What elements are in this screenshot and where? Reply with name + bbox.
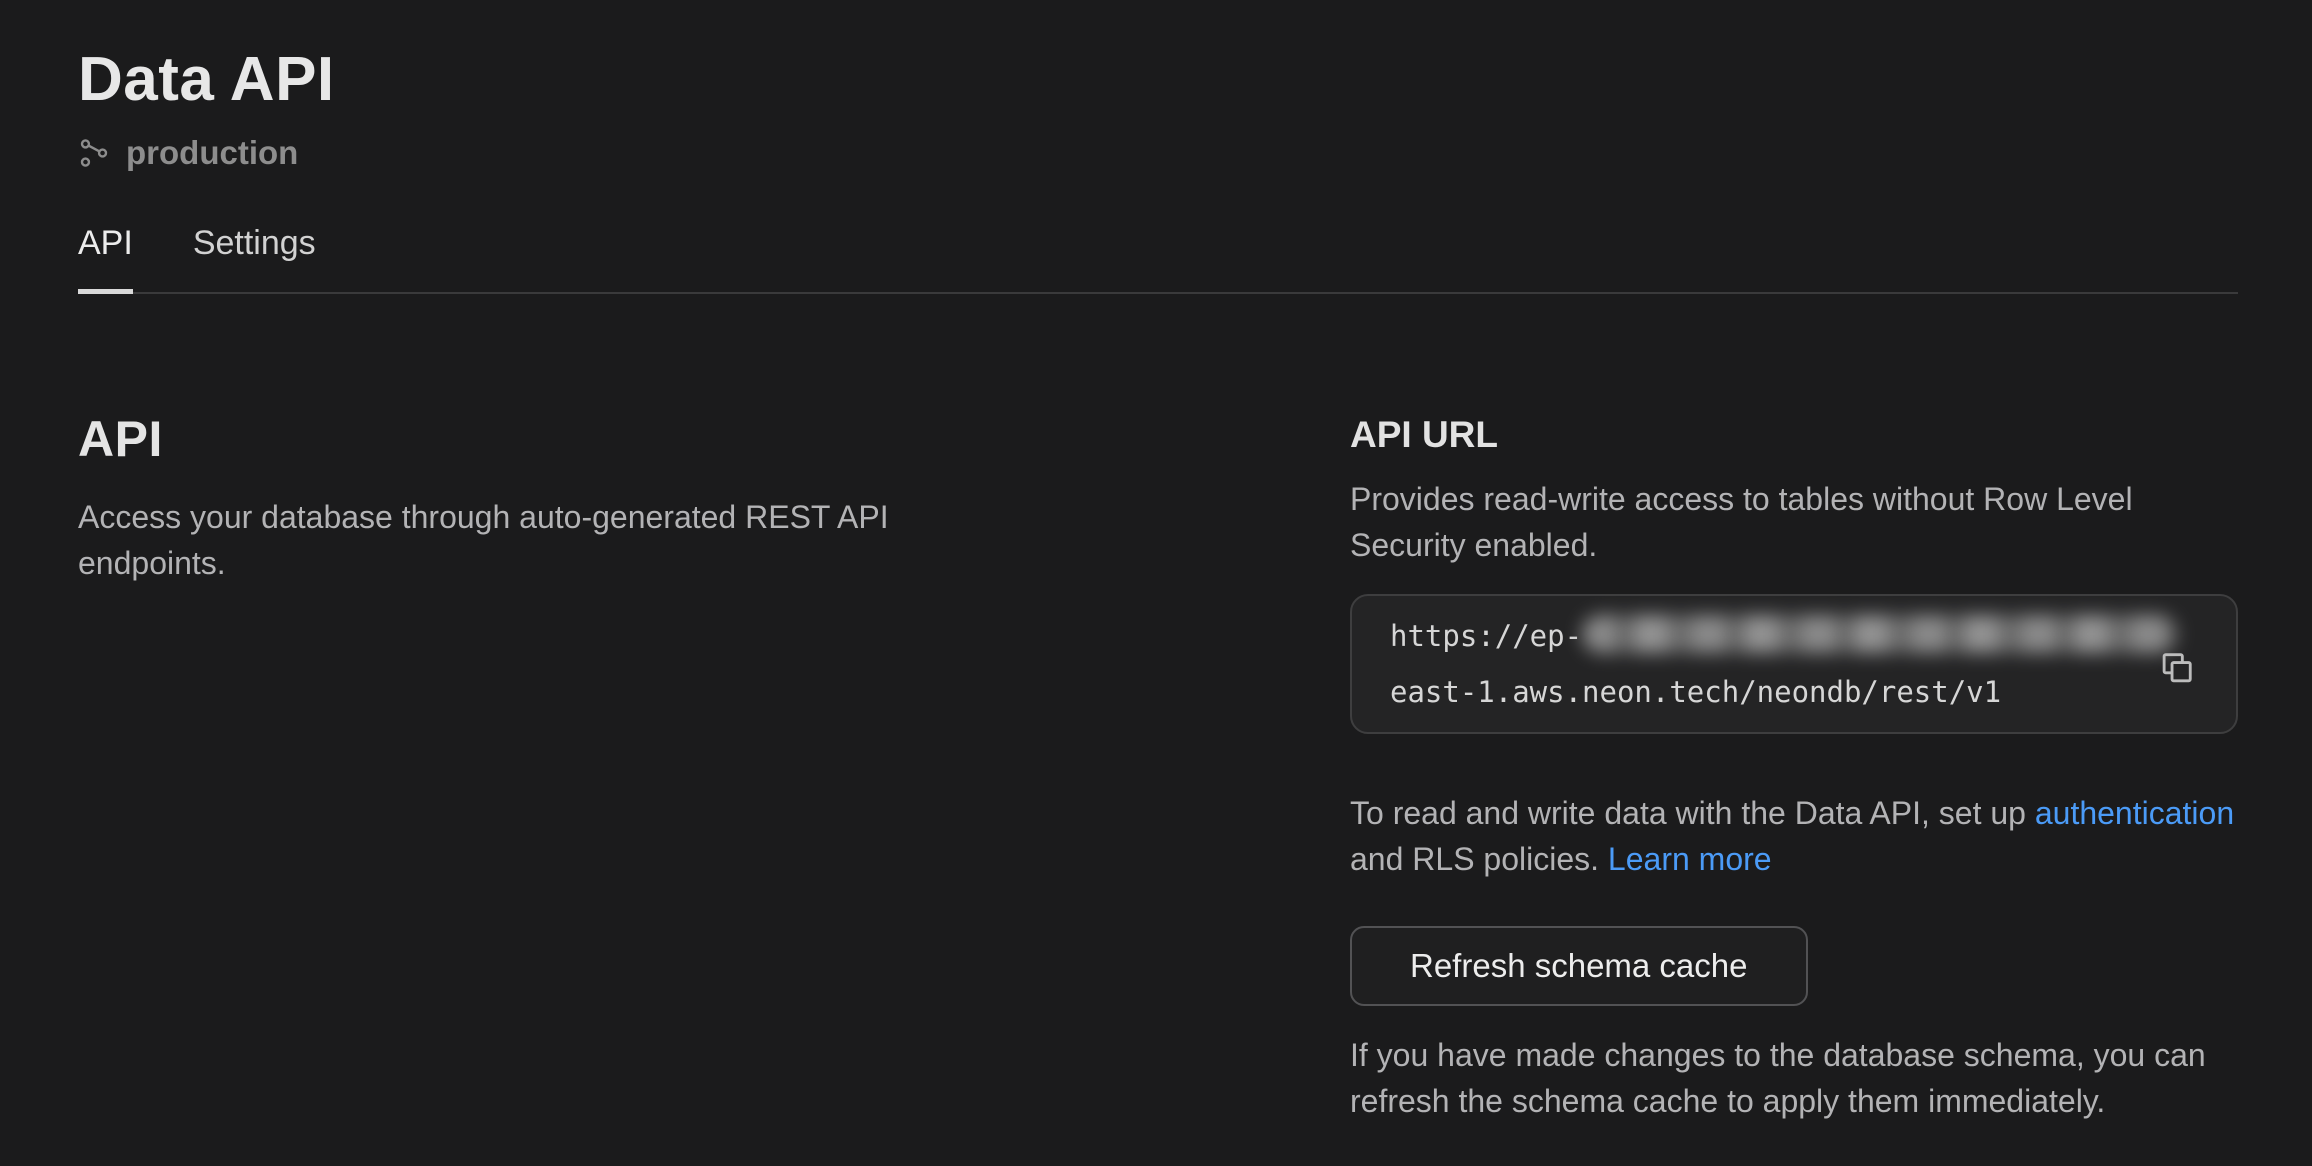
tab-settings[interactable]: Settings (193, 224, 316, 294)
api-section-heading: API (78, 410, 1350, 468)
api-url-description: Provides read-write access to tables wit… (1350, 476, 2238, 568)
api-url-line-2: east-1.aws.neon.tech/neondb/rest/v1 (1390, 664, 2116, 720)
api-section-description: Access your database through auto-genera… (78, 494, 908, 586)
auth-note-text-before: To read and write data with the Data API… (1350, 795, 2035, 831)
page-title: Data API (78, 46, 2238, 114)
api-url-heading: API URL (1350, 414, 2238, 456)
refresh-schema-cache-button[interactable]: Refresh schema cache (1350, 926, 1808, 1006)
page-content: Data API production API Settings API Acc… (0, 0, 2312, 1124)
api-url-code-box: https://ep- east-1.aws.neon.tech/neondb/… (1350, 594, 2238, 734)
auth-note: To read and write data with the Data API… (1350, 790, 2238, 882)
auth-note-text-middle: and RLS policies. (1350, 841, 1608, 877)
learn-more-link[interactable]: Learn more (1608, 841, 1772, 877)
branch-icon (78, 137, 110, 169)
copy-button[interactable] (2154, 646, 2198, 690)
api-url-section: API URL Provides read-write access to ta… (1350, 410, 2238, 1124)
branch-name: production (126, 134, 298, 172)
main-columns: API Access your database through auto-ge… (78, 410, 2238, 1124)
api-url-prefix: https://ep- (1390, 619, 1582, 653)
redacted-url-segment (1582, 615, 2178, 653)
copy-icon (2157, 647, 2195, 688)
api-url-line-1: https://ep- (1390, 608, 2116, 664)
authentication-link[interactable]: authentication (2035, 795, 2234, 831)
tab-bar: API Settings (78, 224, 2238, 294)
tab-api[interactable]: API (78, 224, 133, 294)
data-api-page: Data API production API Settings API Acc… (0, 0, 2312, 1166)
branch-indicator: production (78, 134, 2238, 172)
refresh-schema-description: If you have made changes to the database… (1350, 1032, 2238, 1124)
api-section: API Access your database through auto-ge… (78, 410, 1350, 586)
